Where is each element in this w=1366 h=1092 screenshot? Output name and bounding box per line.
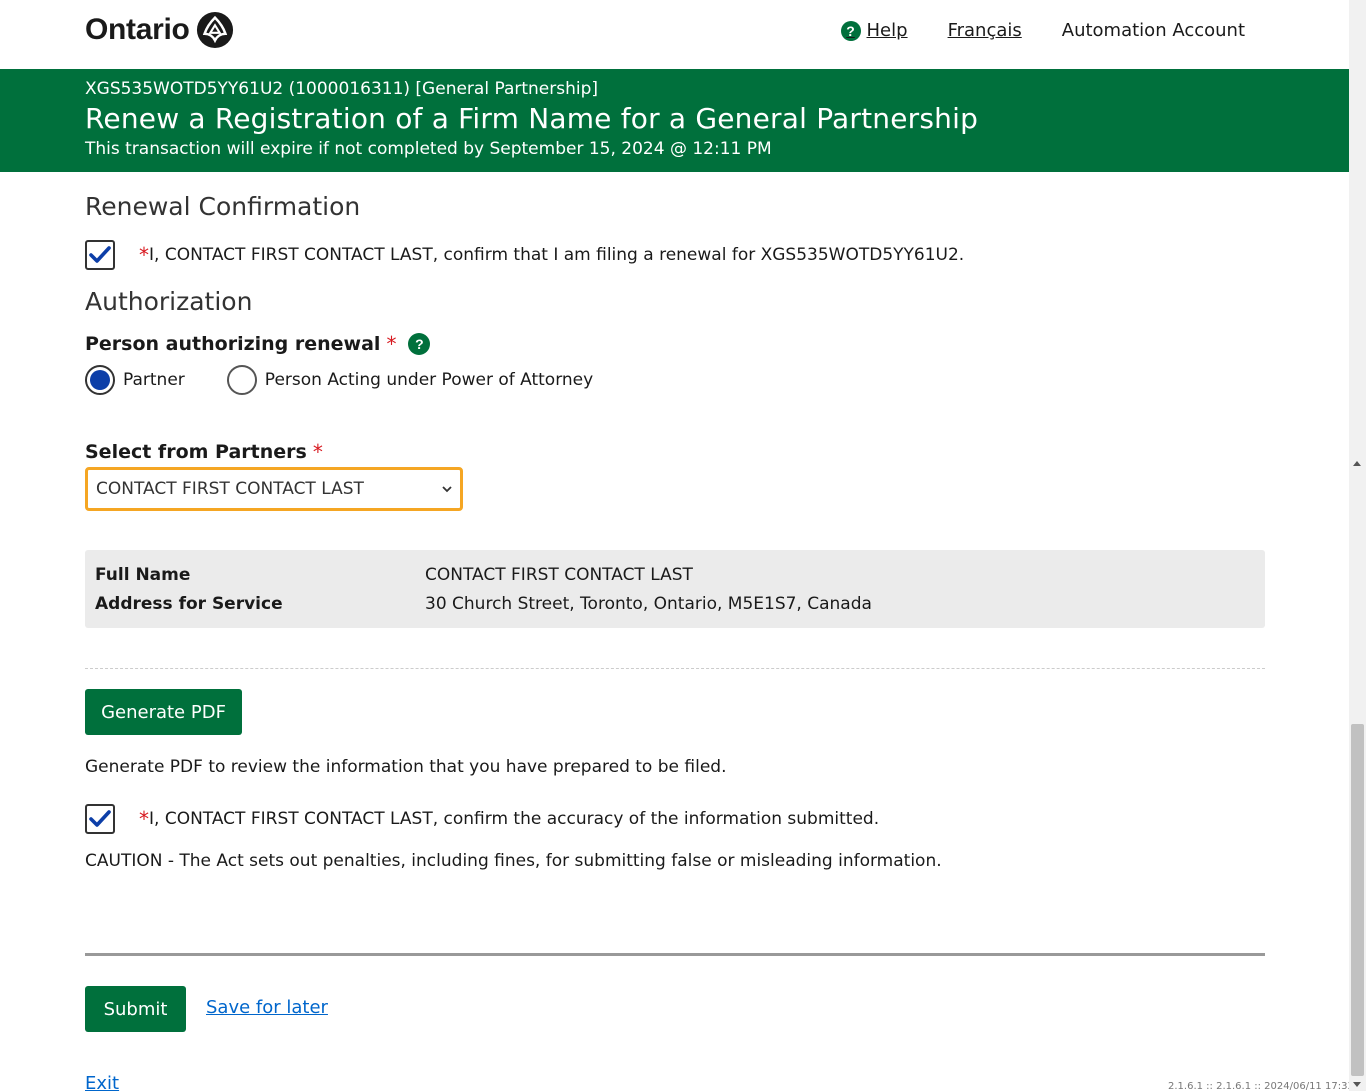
- ontario-logo[interactable]: Ontario: [85, 11, 234, 49]
- question-circle-icon: ?: [840, 20, 861, 41]
- renewal-confirm-checkbox[interactable]: [85, 240, 115, 270]
- select-partners-label-row: Select from Partners *: [85, 440, 323, 464]
- person-authorizing-label-row: Person authorizing renewal * ?: [85, 332, 436, 356]
- page-scrollbar[interactable]: [1349, 0, 1366, 1091]
- scrollbar-thumb[interactable]: [1351, 724, 1364, 1076]
- help-label: Help: [866, 20, 908, 41]
- full-name-label: Full Name: [95, 564, 191, 585]
- actions-divider: [85, 953, 1265, 956]
- accuracy-confirm-label: I, CONTACT FIRST CONTACT LAST, confirm t…: [149, 809, 880, 829]
- full-name-row: Full Name CONTACT FIRST CONTACT LAST: [95, 560, 1255, 589]
- scroll-down-icon[interactable]: [1353, 1082, 1361, 1087]
- checkmark-icon: [89, 810, 111, 827]
- required-marker: *: [312, 440, 323, 464]
- full-name-value: CONTACT FIRST CONTACT LAST: [425, 564, 693, 585]
- required-marker: *: [386, 332, 397, 356]
- renewal-confirm-row: * I, CONTACT FIRST CONTACT LAST, confirm…: [85, 240, 964, 270]
- entity-identifier: XGS535WOTD5YY61U2 (1000016311) [General …: [85, 79, 599, 99]
- caution-notice: CAUTION - The Act sets out penalties, in…: [85, 851, 942, 871]
- accuracy-confirm-row: * I, CONTACT FIRST CONTACT LAST, confirm…: [85, 804, 879, 834]
- generate-pdf-button[interactable]: Generate PDF: [85, 689, 242, 735]
- partners-select[interactable]: CONTACT FIRST CONTACT LAST: [85, 467, 463, 511]
- address-label: Address for Service: [95, 593, 283, 614]
- checkmark-icon: [89, 246, 111, 263]
- address-value: 30 Church Street, Toronto, Ontario, M5E1…: [425, 593, 872, 614]
- logo-text: Ontario: [85, 13, 190, 46]
- generate-pdf-description: Generate PDF to review the information t…: [85, 757, 727, 777]
- help-link[interactable]: ? Help: [840, 20, 908, 41]
- page-title: Renew a Registration of a Firm Name for …: [85, 102, 979, 135]
- submit-button[interactable]: Submit: [85, 986, 186, 1032]
- renewal-confirmation-heading: Renewal Confirmation: [85, 192, 361, 221]
- top-bar: Ontario ? Help Français Automation Accou…: [0, 0, 1349, 69]
- page-banner: XGS535WOTD5YY61U2 (1000016311) [General …: [0, 69, 1349, 172]
- version-info: 2.1.6.1 :: 2.1.6.1 :: 2024/06/11 17:33: [1168, 1081, 1354, 1092]
- scroll-up-icon[interactable]: [1353, 461, 1361, 466]
- select-partners-label: Select from Partners: [85, 441, 307, 463]
- partners-select-value: CONTACT FIRST CONTACT LAST: [96, 479, 364, 499]
- question-circle-icon[interactable]: ?: [408, 333, 431, 355]
- top-nav: ? Help Français Automation Account: [840, 20, 1245, 41]
- partner-radio[interactable]: [85, 365, 115, 395]
- chevron-down-icon: [442, 485, 452, 492]
- required-marker: *: [139, 807, 149, 831]
- partner-info-box: Full Name CONTACT FIRST CONTACT LAST Add…: [85, 550, 1265, 628]
- francais-link[interactable]: Français: [948, 20, 1022, 41]
- accuracy-confirm-checkbox[interactable]: [85, 804, 115, 834]
- renewal-confirm-label: I, CONTACT FIRST CONTACT LAST, confirm t…: [149, 245, 965, 265]
- authorization-heading: Authorization: [85, 287, 253, 316]
- authorizer-radio-group: Partner Person Acting under Power of Att…: [85, 365, 593, 395]
- section-divider: [85, 668, 1265, 669]
- partner-radio-label: Partner: [123, 370, 185, 390]
- expiry-notice: This transaction will expire if not comp…: [85, 139, 772, 159]
- power-of-attorney-radio[interactable]: [226, 365, 257, 395]
- account-menu[interactable]: Automation Account: [1062, 20, 1245, 41]
- address-row: Address for Service 30 Church Street, To…: [95, 589, 1255, 618]
- save-for-later-link[interactable]: Save for later: [206, 997, 328, 1018]
- person-authorizing-label: Person authorizing renewal: [85, 333, 381, 355]
- trillium-icon: [196, 11, 233, 49]
- required-marker: *: [139, 243, 149, 267]
- power-of-attorney-radio-label: Person Acting under Power of Attorney: [264, 370, 594, 390]
- page: Ontario ? Help Français Automation Accou…: [0, 0, 1349, 1091]
- exit-link[interactable]: Exit: [85, 1073, 119, 1091]
